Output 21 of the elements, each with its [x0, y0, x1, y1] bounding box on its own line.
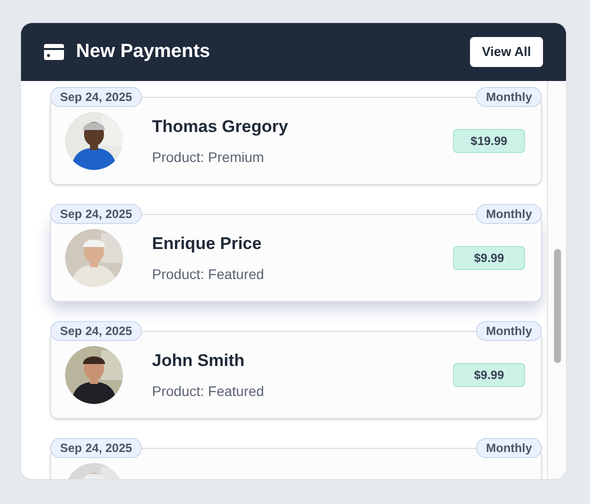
product-label: Product: Premium: [152, 148, 266, 168]
panel-title: New Payments: [76, 40, 210, 64]
date-tag: Sep 24, 2025: [50, 204, 142, 224]
plan-tag: Monthly: [476, 438, 542, 458]
amount-badge: $9.99: [453, 363, 525, 387]
amount-badge: $19.99: [453, 129, 525, 153]
date-tag: Sep 24, 2025: [50, 321, 142, 341]
date-tag: Sep 24, 2025: [50, 438, 142, 458]
product-label: Product: Featured: [152, 265, 266, 284]
amount-badge: $9.99: [453, 246, 525, 270]
plan-tag: Monthly: [476, 321, 542, 341]
customer-name: John Smith: [152, 350, 246, 372]
customer-name: Enrique Price: [152, 232, 263, 255]
date-tag: Sep 24, 2025: [50, 87, 142, 107]
customer-name: Thomas Gregory: [152, 116, 290, 138]
scrollbar-thumb[interactable]: [554, 249, 560, 363]
view-all-button[interactable]: View All: [470, 37, 543, 67]
plan-tag: Monthly: [476, 204, 542, 224]
product-label: Product: Featured: [152, 382, 266, 402]
plan-tag: Monthly: [476, 87, 542, 107]
credit-card-icon: [44, 44, 64, 60]
